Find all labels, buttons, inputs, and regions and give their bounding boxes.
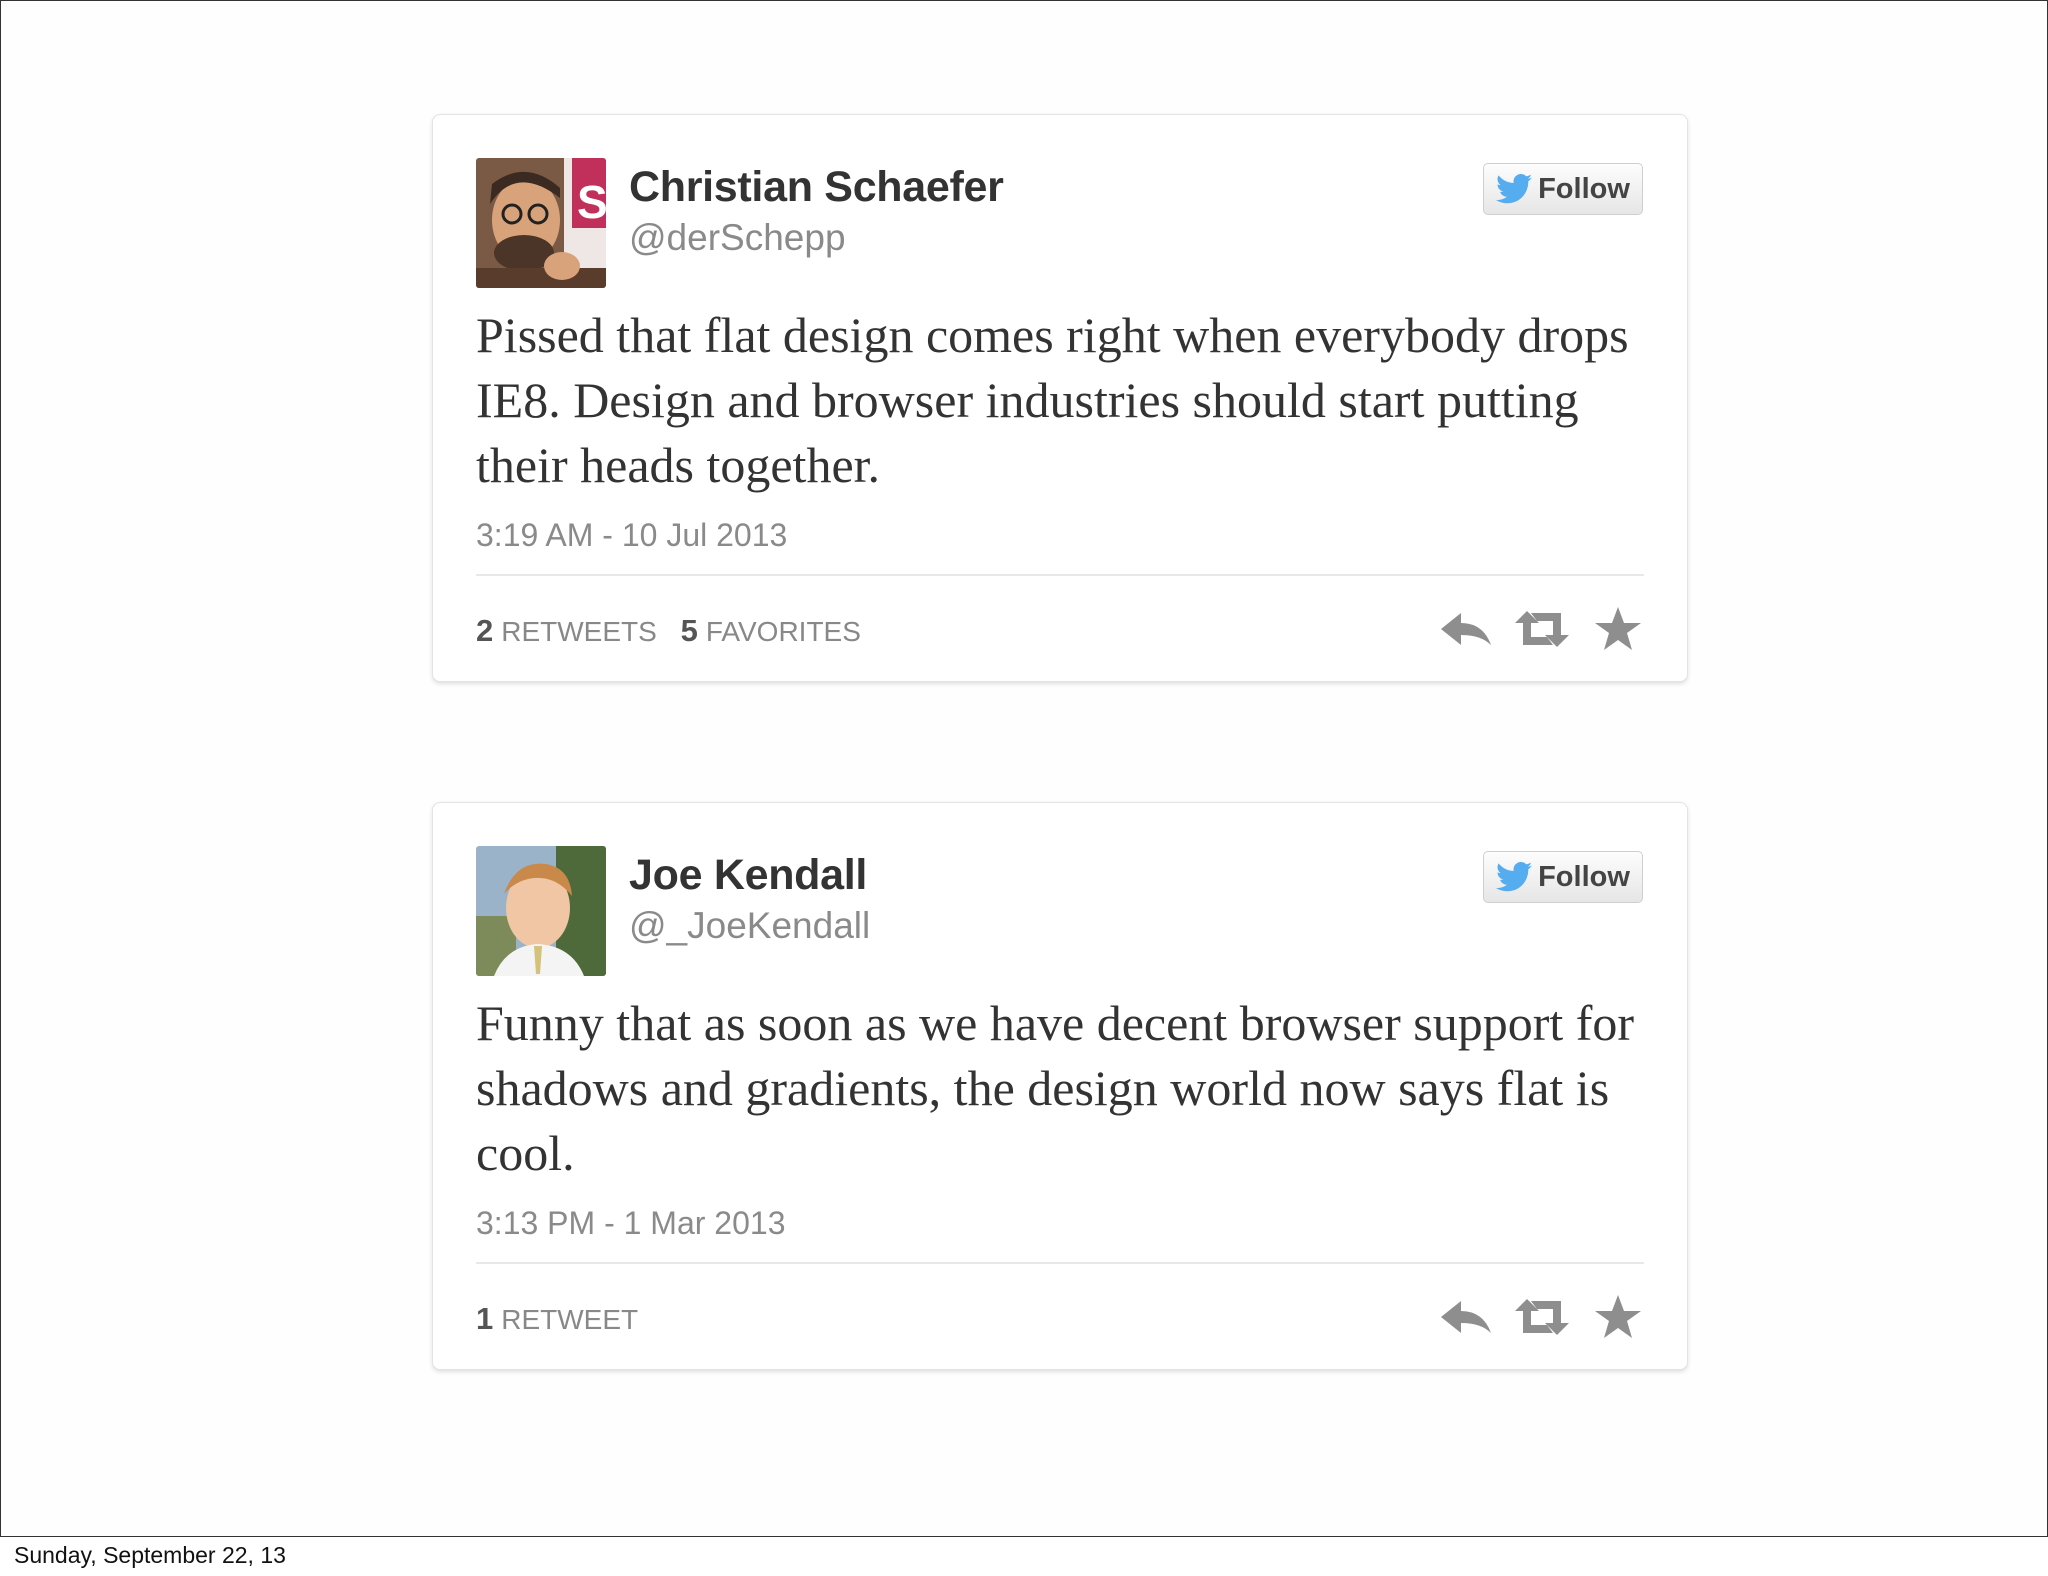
favorite-icon[interactable] — [1591, 605, 1645, 653]
svg-text:S: S — [577, 176, 606, 228]
follow-label: Follow — [1538, 860, 1630, 893]
twitter-bird-icon — [1496, 174, 1533, 204]
tweet-card: Joe Kendall @_JoeKendall Follow Funny th… — [432, 802, 1688, 1370]
author-handle[interactable]: @derSchepp — [629, 217, 846, 259]
retweet-icon[interactable] — [1515, 605, 1569, 653]
tweet-stats: 1 Retweet — [476, 1301, 654, 1337]
retweet-count[interactable]: 2 — [476, 613, 493, 648]
tweet-timestamp[interactable]: 3:13 PM - 1 Mar 2013 — [476, 1205, 785, 1242]
divider — [476, 1262, 1644, 1264]
tweet-timestamp[interactable]: 3:19 AM - 10 Jul 2013 — [476, 517, 787, 554]
author-handle[interactable]: @_JoeKendall — [629, 905, 870, 947]
author-name[interactable]: Joe Kendall — [629, 851, 867, 900]
retweet-count[interactable]: 1 — [476, 1301, 493, 1336]
favorite-label[interactable]: Favorites — [706, 616, 861, 647]
tweet-card: S Christian Schaefer @derSchepp Follow P… — [432, 114, 1688, 682]
divider — [476, 574, 1644, 576]
tweet-actions — [1439, 1293, 1645, 1341]
follow-button[interactable]: Follow — [1483, 163, 1643, 215]
follow-label: Follow — [1538, 172, 1630, 205]
twitter-bird-icon — [1496, 862, 1533, 892]
tweet-actions — [1439, 605, 1645, 653]
tweet-text: Pissed that flat design comes right when… — [476, 307, 1629, 493]
tweet-stats: 2 Retweets 5 Favorites — [476, 613, 877, 649]
author-name[interactable]: Christian Schaefer — [629, 163, 1004, 212]
favorite-icon[interactable] — [1591, 1293, 1645, 1341]
follow-button[interactable]: Follow — [1483, 851, 1643, 903]
reply-icon[interactable] — [1439, 1293, 1493, 1341]
reply-icon[interactable] — [1439, 605, 1493, 653]
avatar[interactable]: S — [476, 158, 606, 288]
avatar[interactable] — [476, 846, 606, 976]
slide-footer-date: Sunday, September 22, 13 — [14, 1542, 286, 1568]
retweet-label[interactable]: Retweets — [501, 616, 657, 647]
tweet-text: Funny that as soon as we have decent bro… — [476, 995, 1635, 1181]
favorite-count[interactable]: 5 — [681, 613, 698, 648]
retweet-label[interactable]: Retweet — [501, 1304, 638, 1335]
slide: S Christian Schaefer @derSchepp Follow P… — [0, 0, 2048, 1537]
retweet-icon[interactable] — [1515, 1293, 1569, 1341]
